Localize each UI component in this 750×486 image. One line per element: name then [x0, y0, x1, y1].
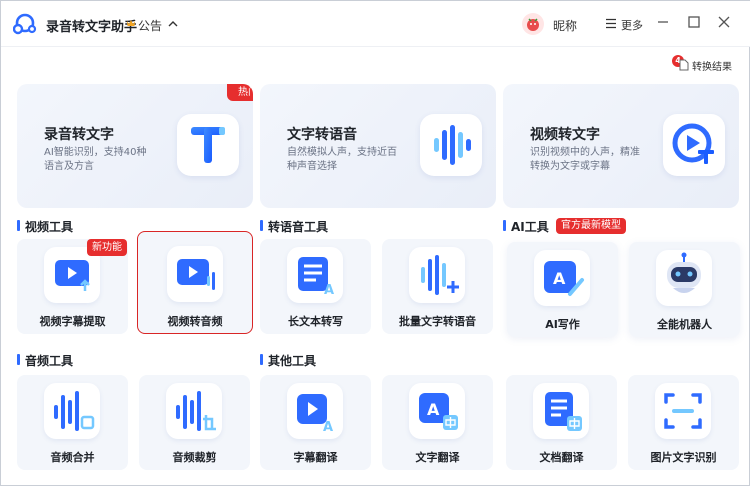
- new-feature-badge: 新功能: [87, 239, 127, 256]
- tool-ai-writing[interactable]: A AI写作: [507, 242, 618, 337]
- section-title: AI工具: [511, 220, 549, 234]
- feature-description: 自然模拟人声，支持近百种声音选择: [287, 147, 397, 172]
- tool-video-to-audio[interactable]: 视频转音频: [137, 231, 253, 334]
- svg-text:A: A: [553, 269, 566, 288]
- svg-text:A: A: [324, 283, 334, 298]
- tool-label: 文字翻译: [415, 451, 460, 464]
- audio-cut-icon: [166, 383, 222, 439]
- section-title: 视频工具: [25, 220, 74, 234]
- tool-subtitle-translate[interactable]: A 字幕翻译: [260, 375, 371, 470]
- tool-label: 批量文字转语音: [399, 315, 476, 328]
- new-model-badge: 官方最新模型: [556, 218, 626, 234]
- video-play-t-icon: [663, 114, 725, 176]
- section-audio-tools: 音频工具: [17, 352, 97, 368]
- avatar[interactable]: [522, 13, 544, 35]
- document-translate-icon: [533, 383, 589, 439]
- results-label: 转换结果: [692, 62, 732, 73]
- section-title: 其他工具: [268, 354, 317, 368]
- svg-text:A: A: [427, 400, 440, 419]
- long-text-icon: A: [287, 247, 343, 303]
- tool-label: 视频字幕提取: [39, 315, 106, 328]
- ai-writing-icon: A: [534, 250, 590, 306]
- letter-t-icon: [177, 114, 239, 176]
- section-marker: [260, 220, 263, 231]
- tool-all-round-robot[interactable]: 全能机器人: [629, 242, 740, 337]
- tool-label: 音频合并: [50, 451, 95, 464]
- feature-title: 文字转语音: [287, 127, 357, 143]
- section-marker: [17, 354, 20, 365]
- tool-label: 视频转音频: [167, 315, 223, 328]
- document-icon: [679, 59, 689, 71]
- section-title: 转语音工具: [268, 220, 329, 234]
- feature-audio-to-text[interactable]: 热门 录音转文字 AI智能识别，支持40种语言及方言: [17, 84, 253, 208]
- text-translate-icon: A: [409, 383, 465, 439]
- tool-long-text-transcribe[interactable]: A 长文本转写: [260, 239, 371, 334]
- menu-icon[interactable]: [605, 18, 617, 29]
- feature-title: 录音转文字: [44, 127, 114, 143]
- image-ocr-icon: [655, 383, 711, 439]
- close-icon[interactable]: [717, 15, 731, 29]
- more-button[interactable]: 更多: [621, 17, 643, 33]
- avatar-icon: [527, 18, 539, 31]
- title-bar: 录音转文字助手 公告 昵称 更多: [1, 1, 750, 47]
- section-marker: [260, 354, 263, 365]
- app-window: 录音转文字助手 公告 昵称 更多 4 转换结果 热 录音转文字 AI智能识别，支…: [0, 0, 750, 486]
- tool-document-translate[interactable]: 文档翻译: [506, 375, 617, 470]
- svg-text:A: A: [323, 420, 333, 435]
- tool-audio-merge[interactable]: 音频合并: [17, 375, 128, 470]
- section-ai-tools: AI工具: [503, 218, 553, 234]
- conversion-results-button[interactable]: 4 转换结果: [672, 55, 742, 73]
- section-to-audio-tools: 转语音工具: [260, 218, 360, 234]
- video-to-audio-icon: [167, 246, 223, 302]
- nickname[interactable]: 昵称: [553, 17, 577, 34]
- app-title: 录音转文字助手: [46, 20, 138, 35]
- section-other-tools: 其他工具: [260, 352, 340, 368]
- tool-audio-cut[interactable]: 音频裁剪: [139, 375, 250, 470]
- section-title: 音频工具: [25, 354, 74, 368]
- sound-wave-icon: [420, 114, 482, 176]
- batch-tts-icon: [409, 247, 465, 303]
- subtitle-translate-icon: A: [287, 383, 343, 439]
- crown-icon: [127, 20, 135, 26]
- notice-button[interactable]: 公告: [138, 17, 162, 34]
- feature-description: AI智能识别，支持40种语言及方言: [44, 147, 147, 172]
- tool-label: 全能机器人: [657, 318, 712, 331]
- section-marker: [17, 220, 20, 231]
- app-logo-icon: [13, 13, 37, 35]
- chevron-up-icon[interactable]: [167, 18, 179, 30]
- tool-batch-text-to-speech[interactable]: 批量文字转语音: [382, 239, 493, 334]
- tool-text-translate[interactable]: A 文字翻译: [382, 375, 493, 470]
- tool-label: AI写作: [545, 318, 580, 331]
- feature-description: 识别视频中的人声，精准转换为文字或字幕: [530, 147, 640, 172]
- feature-video-to-text[interactable]: 视频转文字 识别视频中的人声，精准转换为文字或字幕: [503, 84, 739, 208]
- hot-badge: 热门: [227, 84, 253, 101]
- tool-label: 字幕翻译: [293, 451, 338, 464]
- section-marker: [503, 220, 506, 231]
- section-video-tools: 视频工具: [17, 218, 97, 234]
- tool-label: 长文本转写: [288, 315, 343, 328]
- audio-merge-icon: [44, 383, 100, 439]
- minimize-icon[interactable]: [656, 15, 670, 29]
- maximize-icon[interactable]: [687, 15, 701, 29]
- tool-label: 音频裁剪: [172, 451, 217, 464]
- feature-text-to-speech[interactable]: 文字转语音 自然模拟人声，支持近百种声音选择: [260, 84, 496, 208]
- feature-title: 视频转文字: [530, 127, 600, 143]
- tool-image-ocr[interactable]: 图片文字识别: [628, 375, 739, 470]
- robot-icon: [656, 250, 712, 306]
- tool-label: 图片文字识别: [650, 451, 717, 464]
- tool-label: 文档翻译: [539, 451, 584, 464]
